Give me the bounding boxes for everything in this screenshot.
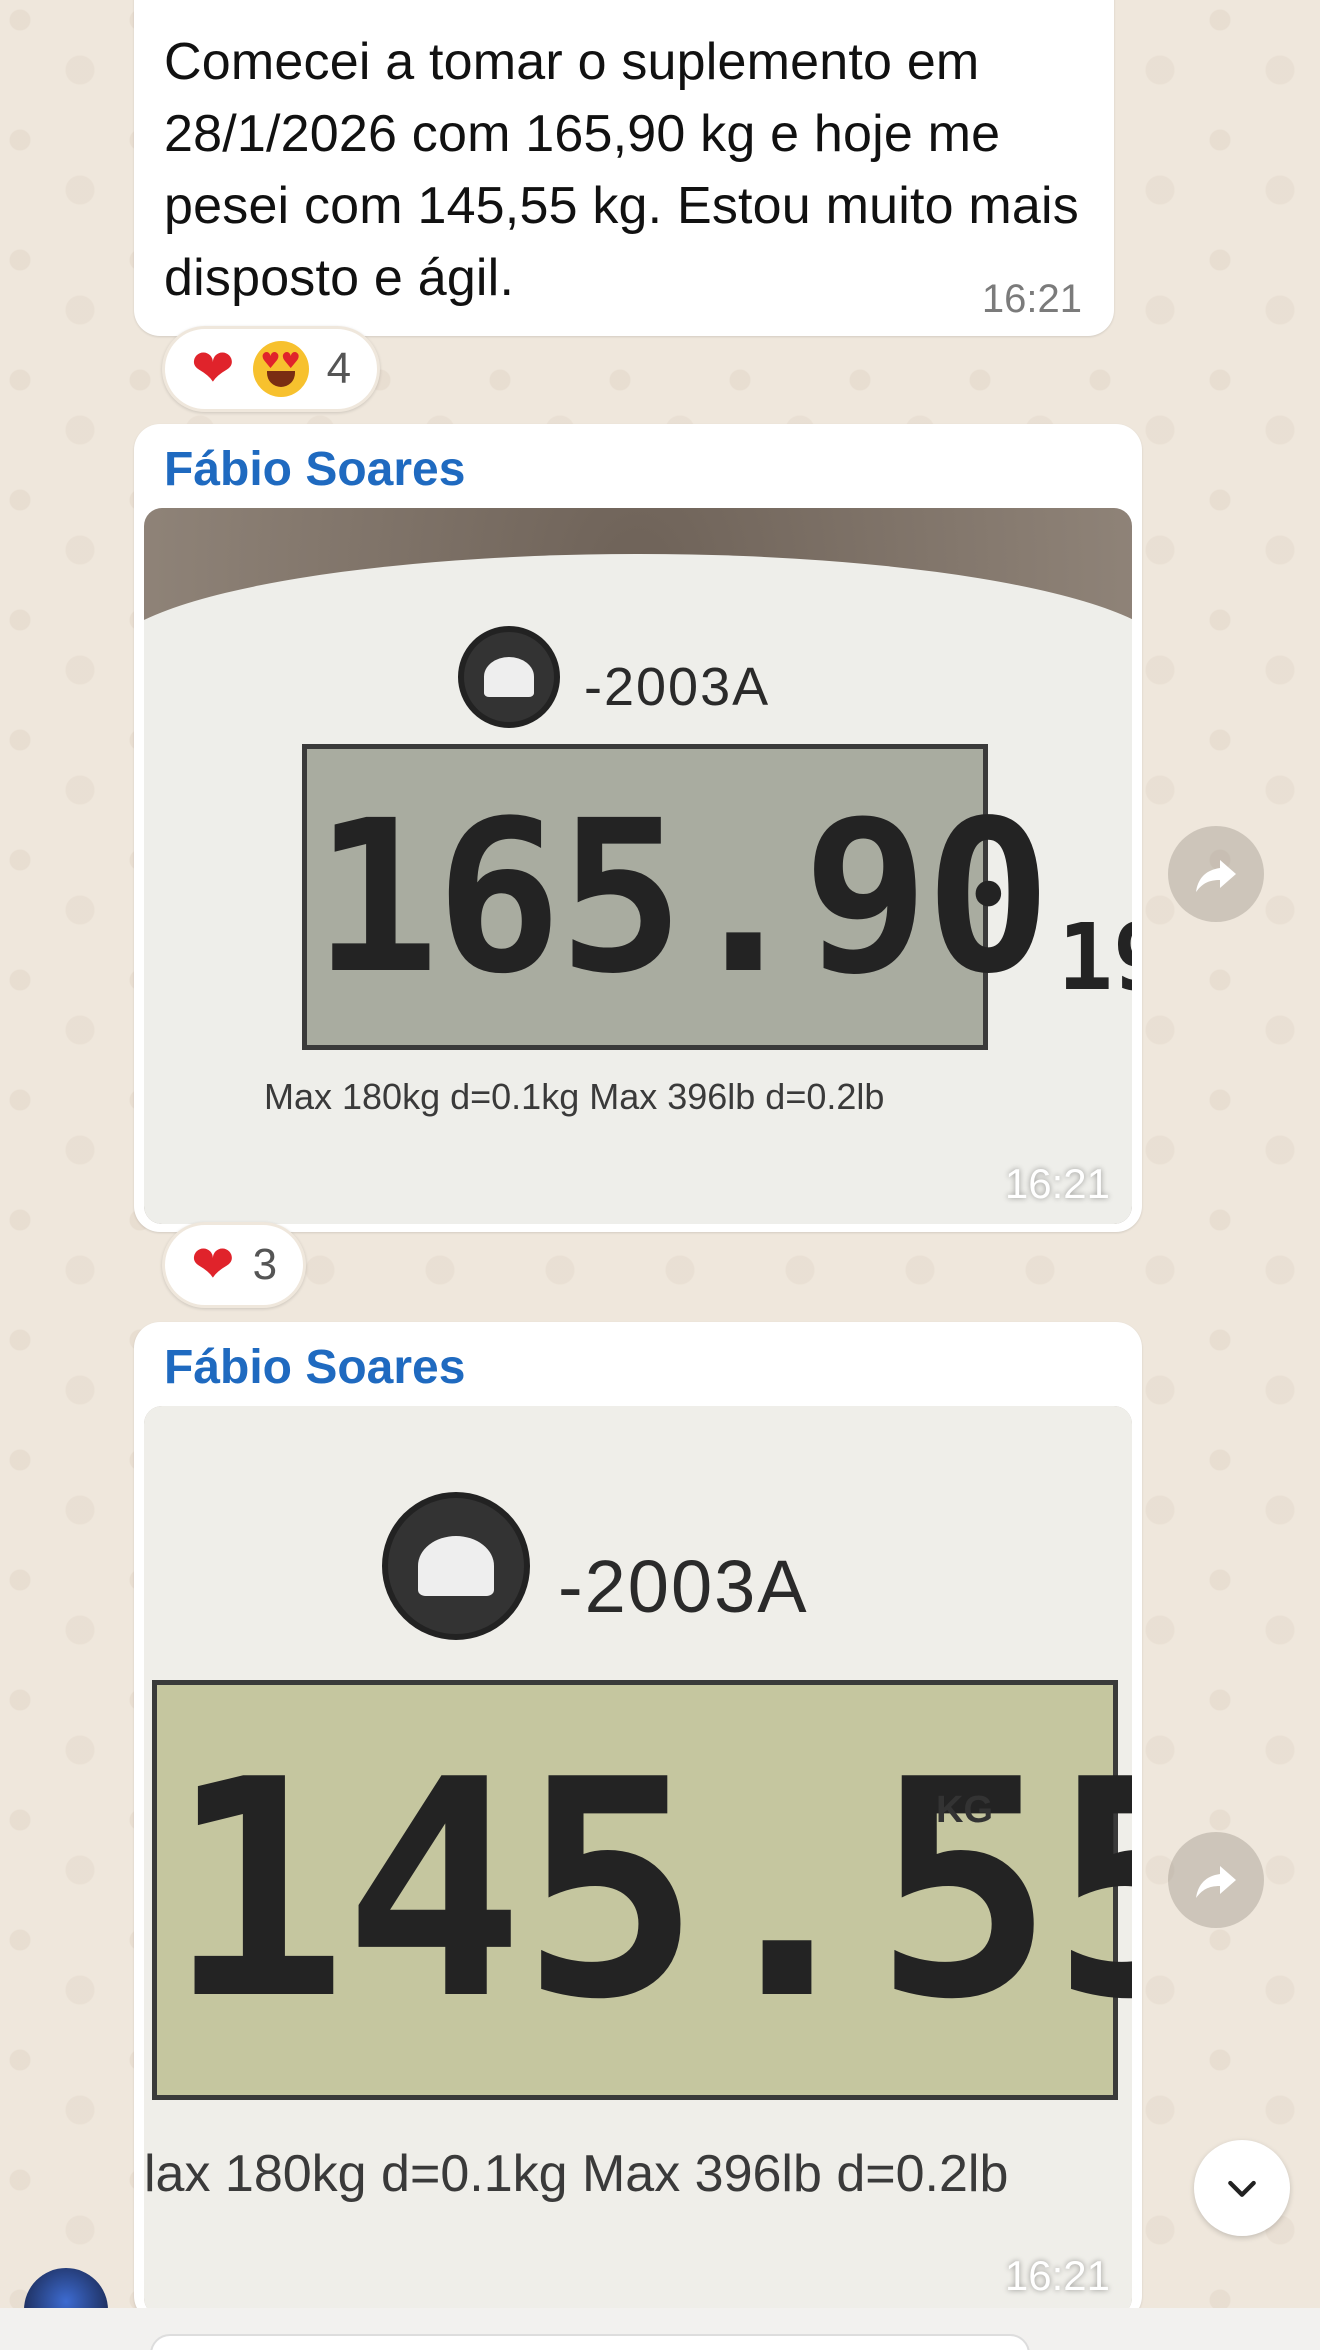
message-text: Comecei a tomar o suplemento em 28/1/202…: [164, 33, 1079, 307]
message-time: 16:21: [981, 277, 1082, 321]
scale-model: -2003A: [558, 1545, 809, 1628]
forward-arrow-icon: [1196, 1866, 1236, 1898]
brand-logo-icon: [458, 626, 560, 728]
sender-name[interactable]: Fábio Soares: [164, 442, 465, 497]
lcd-temperature: 19: [1057, 903, 1132, 1011]
lcd-display: 145.55 21 KG: [152, 1680, 1132, 2100]
scale-model: -2003A: [584, 657, 771, 717]
image-message-bubble[interactable]: Fábio Soares -2003A 165.90 19 Max 180kg …: [134, 424, 1142, 1232]
reactions-bar[interactable]: ❤ 4: [162, 326, 381, 412]
scroll-to-bottom-button[interactable]: [1194, 2140, 1290, 2236]
image-message-bubble[interactable]: Fábio Soares -2003A 145.55 21 KG lax 180…: [134, 1322, 1142, 2322]
lcd-unit-label: KG: [936, 1789, 993, 1831]
reactions-bar[interactable]: ❤ 3: [162, 1222, 307, 1308]
message-input[interactable]: [150, 2334, 1030, 2350]
heart-emoji-icon: ❤: [191, 339, 235, 399]
forward-button[interactable]: [1168, 826, 1264, 922]
scale-photo[interactable]: -2003A 165.90 19 Max 180kg d=0.1kg Max 3…: [144, 508, 1132, 1224]
forward-button[interactable]: [1168, 1832, 1264, 1928]
sender-name[interactable]: Fábio Soares: [164, 1340, 465, 1395]
chevron-down-icon: [1228, 2180, 1256, 2197]
lcd-display: 165.90 19: [302, 744, 1132, 1050]
lcd-weight: 165.90: [313, 774, 1052, 1020]
heart-emoji-icon: ❤: [191, 1235, 235, 1295]
photo-time: 16:21: [1004, 2252, 1110, 2299]
heart-eyes-emoji-icon: [252, 341, 309, 397]
text-message-bubble[interactable]: Comecei a tomar o suplemento em 28/1/202…: [134, 0, 1114, 336]
scale-specs: lax 180kg d=0.1kg Max 396lb d=0.2lb: [144, 2145, 1009, 2203]
reaction-count: 3: [252, 1240, 278, 1289]
reaction-count: 4: [326, 344, 352, 393]
forward-arrow-icon: [1196, 860, 1236, 892]
photo-time: 16:21: [1004, 1160, 1110, 1207]
brand-logo-icon: [382, 1492, 530, 1640]
scale-specs: Max 180kg d=0.1kg Max 396lb d=0.2lb: [264, 1076, 885, 1117]
lcd-weight: 145.55: [167, 1715, 1132, 2065]
scale-photo[interactable]: -2003A 145.55 21 KG lax 180kg d=0.1kg Ma…: [144, 1406, 1132, 2316]
